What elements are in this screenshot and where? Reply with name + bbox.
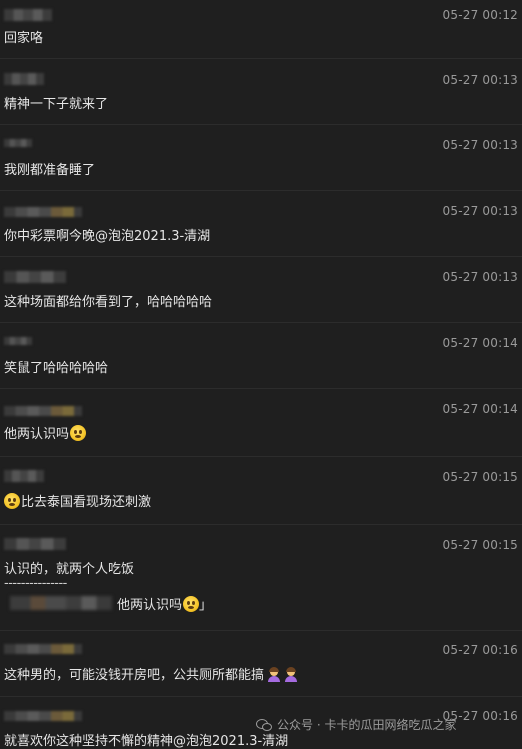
sender-name-blurred (4, 644, 82, 654)
message-timestamp: 05-27 00:12 (442, 8, 518, 22)
quoted-sender-name-blurred (10, 596, 112, 610)
message-text: 精神一下子就来了 (4, 97, 109, 112)
list-item[interactable]: 05-27 00:14 他两认识吗 (0, 389, 522, 457)
sender-name-blurred (4, 9, 52, 21)
sender-name-blurred (4, 337, 32, 345)
message-text-label: 他两认识吗 (4, 427, 70, 442)
sender-name-blurred (4, 470, 44, 482)
person-facepalming-emoji-icon (267, 667, 281, 682)
quoted-text-label: 他两认识吗 (117, 598, 183, 613)
message-text-label: 比去泰国看现场还刺激 (21, 495, 152, 510)
message-timestamp: 05-27 00:13 (442, 138, 518, 152)
message-timestamp: 05-27 00:13 (442, 73, 518, 87)
list-item[interactable]: 05-27 00:13 你中彩票啊今晚@泡泡2021.3-清湖 (0, 191, 522, 257)
flushed-face-emoji-icon (183, 596, 200, 612)
sender-name-blurred (4, 711, 82, 721)
list-item[interactable]: 05-27 00:12 回家咯 (0, 0, 522, 59)
list-item[interactable]: 05-27 00:13 我刚都准备睡了 (0, 125, 522, 191)
quoted-message-text: 他两认识吗 」 (117, 594, 212, 613)
message-text: 你中彩票啊今晚@泡泡2021.3-清湖 (4, 229, 211, 244)
chat-message-list: 05-27 00:12 回家咯 05-27 00:13 精神一下子就来了 05-… (0, 0, 522, 749)
sender-name-blurred (4, 538, 66, 550)
sender-name-blurred (4, 207, 82, 217)
list-item[interactable]: 05-27 00:13 精神一下子就来了 (0, 59, 522, 125)
list-item[interactable]: 05-27 00:14 笑鼠了哈哈哈哈哈 (0, 323, 522, 389)
message-text: 这种男的，可能没钱开房吧，公共厕所都能搞 (4, 664, 298, 683)
message-timestamp: 05-27 00:13 (442, 270, 518, 284)
message-text-label: 这种男的，可能没钱开房吧，公共厕所都能搞 (4, 668, 265, 683)
message-text: 就喜欢你这种坚持不懈的精神@泡泡2021.3-清湖 (4, 734, 289, 749)
message-text: 比去泰国看现场还刺激 (4, 491, 151, 510)
message-timestamp: 05-27 00:14 (442, 402, 518, 416)
thinking-face-emoji-icon (4, 493, 20, 509)
message-text: 回家咯 (4, 31, 44, 46)
flushed-face-emoji-icon (70, 425, 87, 441)
quote-close-bracket: 」 (199, 598, 213, 613)
sender-name-blurred (4, 139, 32, 147)
quoted-message[interactable]: 他两认识吗 」 (4, 593, 214, 613)
list-item[interactable]: 05-27 00:16 这种男的，可能没钱开房吧，公共厕所都能搞 (0, 631, 522, 697)
watermark: 公众号 · 卡卡的瓜田网络吃瓜之家 (256, 716, 456, 733)
message-timestamp: 05-27 00:15 (442, 538, 518, 552)
sender-name-blurred (4, 271, 66, 283)
message-text: 他两认识吗 (4, 423, 87, 442)
list-item[interactable]: 05-27 00:13 这种场面都给你看到了，哈哈哈哈哈 (0, 257, 522, 323)
message-timestamp: 05-27 00:13 (442, 204, 518, 218)
person-facepalming-emoji-icon (284, 667, 298, 682)
message-timestamp: 05-27 00:14 (442, 336, 518, 350)
sender-name-blurred (4, 73, 44, 85)
sender-name-blurred (4, 406, 82, 416)
wechat-icon (256, 718, 272, 732)
message-text: 笑鼠了哈哈哈哈哈 (4, 361, 109, 376)
message-text: 认识的，就两个人吃饭 (4, 562, 135, 577)
quote-divider: --------------- (4, 576, 67, 591)
message-text: 我刚都准备睡了 (4, 163, 96, 178)
list-item[interactable]: 05-27 00:15 认识的，就两个人吃饭 --------------- 他… (0, 525, 522, 631)
watermark-text: 公众号 · 卡卡的瓜田网络吃瓜之家 (277, 718, 457, 732)
message-text: 这种场面都给你看到了，哈哈哈哈哈 (4, 295, 213, 310)
message-timestamp: 05-27 00:16 (442, 643, 518, 657)
list-item[interactable]: 05-27 00:15 比去泰国看现场还刺激 (0, 457, 522, 525)
message-timestamp: 05-27 00:15 (442, 470, 518, 484)
